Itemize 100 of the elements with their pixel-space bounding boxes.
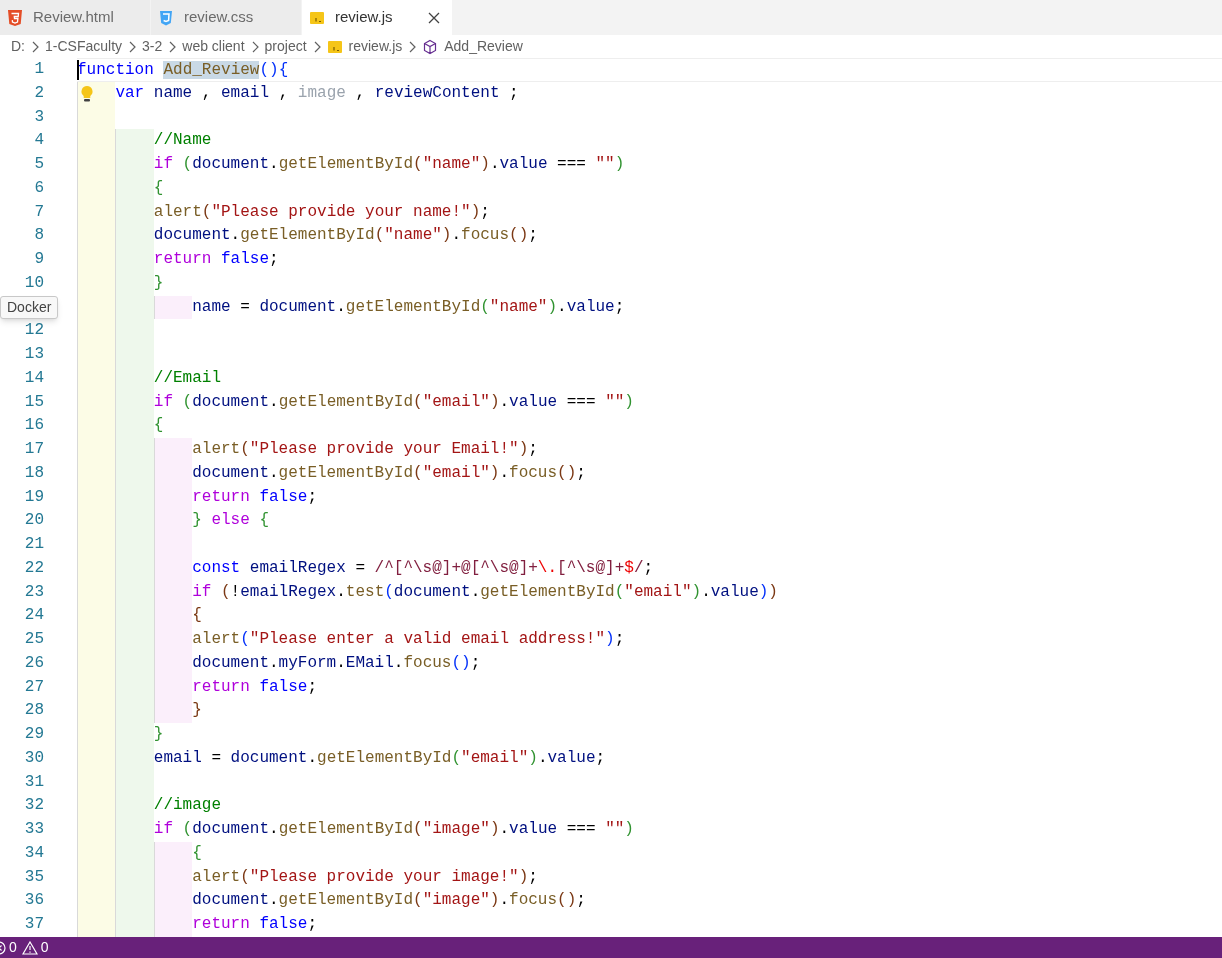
chevron-icon	[408, 40, 417, 53]
line-number: 37	[24, 915, 44, 933]
code-line: name = document.getElementById("name").value;	[192, 296, 625, 318]
code-line: } else {	[192, 510, 269, 532]
indent-guide	[153, 295, 193, 320]
chevron-icon	[128, 40, 137, 53]
line-number: 30	[24, 748, 44, 767]
code-line: if (document.getElementById("image").value === "")	[153, 819, 634, 840]
chevron-icon	[168, 40, 177, 53]
line-number: 18	[24, 463, 44, 482]
line-number: 23	[24, 582, 44, 601]
chevron-icon	[312, 40, 321, 53]
line-number: 16	[24, 416, 44, 435]
line-number: 21	[24, 535, 44, 553]
line-number: 20	[24, 511, 44, 530]
code-line: document.myForm.EMail.focus();	[192, 652, 481, 674]
code-line: alert("Please enter a valid email address!");	[192, 629, 625, 650]
warning-icon[interactable]	[21, 940, 38, 955]
indent-guide	[153, 841, 193, 866]
code-line: }	[153, 724, 164, 745]
line-number: 12	[24, 321, 44, 340]
code-line: }	[192, 700, 202, 722]
code-line: {	[192, 842, 202, 864]
line-number: 29	[24, 725, 44, 743]
code-line: if (document.getElementById("email").value === "")	[153, 391, 634, 413]
editor-tab[interactable]: review.js	[302, 0, 452, 35]
cube-icon	[422, 38, 439, 55]
line-number: 14	[24, 368, 44, 387]
indent-guide	[77, 913, 116, 937]
code-line: alert("Please provide your Email!");	[192, 439, 538, 460]
code-line: //Name	[153, 130, 212, 152]
line-number: 34	[24, 843, 44, 862]
line-number: 36	[24, 891, 44, 910]
breadcrumb-item[interactable]: 3-2	[142, 36, 163, 57]
code-line: function Add_Review(){	[77, 59, 289, 81]
js-file-icon	[326, 38, 343, 55]
line-number: 13	[24, 345, 44, 363]
line-number: 5	[34, 155, 44, 173]
code-line: alert("Please provide your image!");	[192, 866, 538, 888]
code-line: document.getElementById("image").focus();	[192, 890, 586, 912]
code-line: return false;	[153, 249, 279, 270]
line-number: 35	[24, 867, 44, 886]
line-number: 8	[34, 226, 44, 245]
breadcrumb-item[interactable]: D:	[11, 36, 25, 57]
line-number: 4	[34, 131, 44, 150]
code-line: //image	[153, 795, 221, 817]
line-number: 19	[24, 487, 44, 506]
line-number: 1	[34, 60, 44, 78]
code-line: }	[153, 272, 164, 294]
chevron-icon	[31, 40, 39, 53]
line-number: 25	[24, 630, 44, 648]
code-line: document.getElementById("email").focus();	[192, 462, 586, 484]
line-number: 32	[24, 796, 44, 815]
breadcrumb-item[interactable]: Add_Review	[444, 36, 523, 57]
line-number: 2	[34, 83, 44, 102]
line-number: 6	[34, 178, 44, 197]
code-line: {	[192, 605, 202, 627]
breadcrumb-item[interactable]: 1-CSFaculty	[45, 36, 123, 57]
breadcrumb-item[interactable]: review.js	[348, 36, 403, 57]
line-number: 17	[24, 440, 44, 458]
code-line: const emailRegex = /^[^\s@]+@[^\s@]+\.[^\s@]+$/;	[192, 557, 654, 579]
editor-tab[interactable]: review.css	[151, 0, 302, 35]
lightbulb-icon[interactable]	[80, 84, 94, 103]
line-number: 24	[24, 606, 44, 625]
indent-guide	[153, 913, 193, 937]
code-line: //Email	[153, 367, 221, 389]
line-number: 33	[24, 820, 44, 838]
code-line: return false;	[192, 914, 317, 935]
chevron-icon	[250, 40, 259, 53]
code-line: return false;	[192, 676, 317, 698]
indent-guide	[115, 913, 154, 937]
line-number: 27	[24, 677, 44, 696]
code-line: {	[153, 415, 164, 437]
code-line: email = document.getElementById("email").value;	[153, 747, 606, 769]
js-file-icon	[309, 9, 325, 26]
breadcrumb-item[interactable]: project	[264, 36, 307, 57]
line-number: 15	[24, 392, 44, 411]
code-line: if (document.getElementById("name").value === "")	[153, 154, 625, 175]
code-line: return false;	[192, 486, 317, 508]
line-number: 22	[24, 558, 44, 577]
code-line: if (!emailRegex.test(document.getElementById("email").value))	[192, 581, 778, 603]
indent-guide	[153, 438, 193, 462]
line-number: 7	[34, 202, 44, 221]
editor-tab[interactable]: Review.html	[0, 0, 151, 35]
html-file-icon	[7, 8, 23, 27]
line-number: 3	[34, 107, 44, 126]
code-line: {	[153, 177, 164, 199]
indent-guide	[153, 699, 193, 723]
code-line: var name , email , image , reviewContent ;	[115, 82, 519, 104]
code-line: document.getElementById("name").focus();	[153, 225, 538, 247]
breadcrumb-item[interactable]: web client	[182, 36, 245, 57]
close-icon[interactable]	[428, 11, 440, 24]
warning-count[interactable]: 0	[40, 937, 49, 958]
css-file-icon	[158, 8, 174, 27]
line-number: 10	[24, 273, 44, 292]
error-count[interactable]: 0	[9, 937, 17, 958]
code-line: alert("Please provide your name!");	[153, 201, 490, 223]
indent-guide	[115, 129, 154, 153]
line-number: 9	[34, 250, 44, 268]
line-number: 26	[24, 653, 44, 672]
